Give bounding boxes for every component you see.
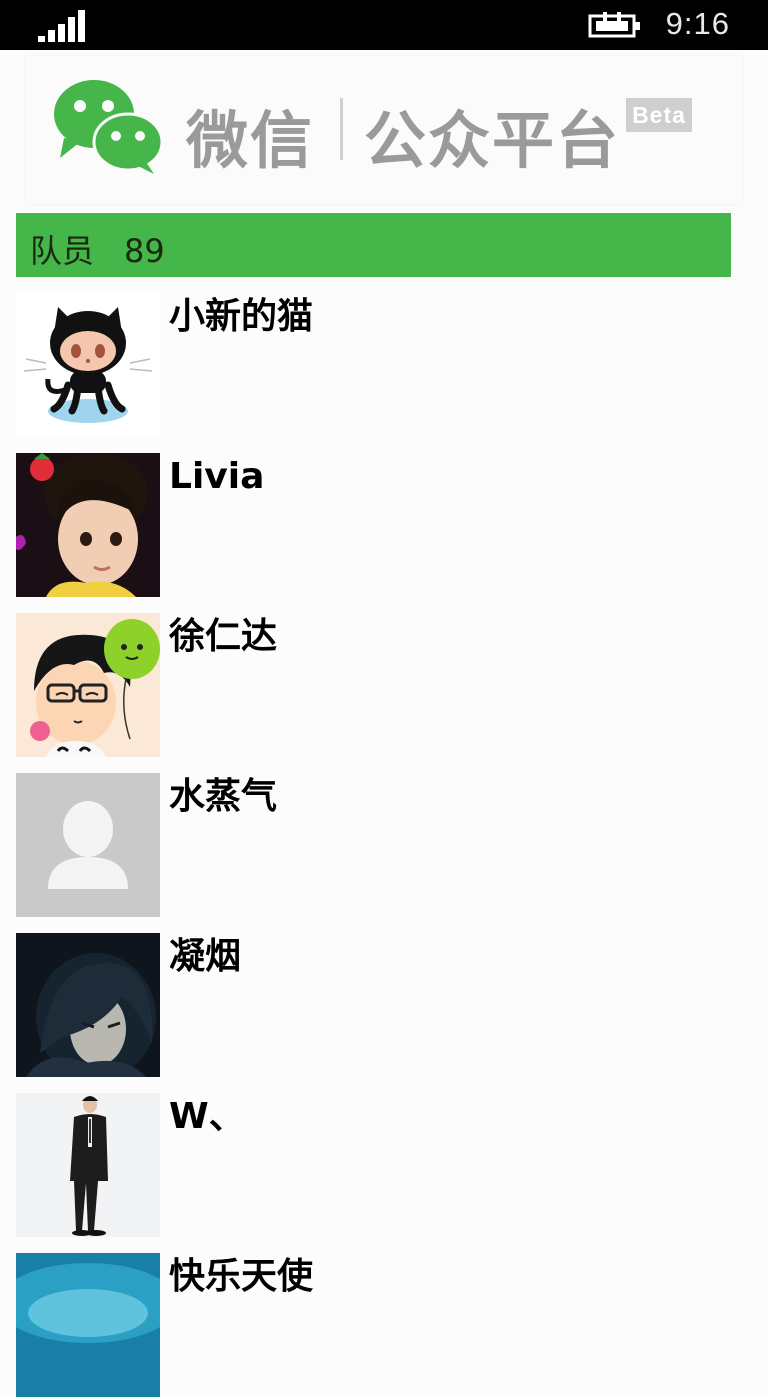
anime-character-avatar bbox=[16, 933, 160, 1077]
list-item[interactable]: 小新的猫 bbox=[16, 293, 756, 437]
brand-name: 微信 bbox=[186, 104, 315, 177]
man-in-suit-avatar bbox=[16, 1093, 160, 1237]
wechat-logo-icon bbox=[54, 80, 164, 174]
list-item[interactable]: 快乐天使 bbox=[16, 1253, 756, 1397]
beta-badge: Beta bbox=[626, 98, 692, 132]
clock: 9:16 bbox=[665, 6, 730, 41]
section-label: 队员 bbox=[30, 232, 95, 270]
platform-name: 公众平台 bbox=[364, 104, 621, 177]
list-item[interactable]: 水蒸气 bbox=[16, 773, 756, 917]
member-name: Livia bbox=[169, 456, 265, 497]
member-name: 凝烟 bbox=[169, 936, 242, 977]
member-count: 89 bbox=[124, 232, 165, 270]
signal-bars-icon bbox=[38, 10, 85, 42]
member-name: 徐仁达 bbox=[169, 616, 278, 657]
member-name: 水蒸气 bbox=[169, 776, 278, 817]
child-photo-avatar bbox=[16, 453, 160, 597]
members-section-header: 队员 89 bbox=[16, 213, 731, 277]
battery-charging-icon bbox=[588, 12, 640, 38]
list-item[interactable]: 凝烟 bbox=[16, 933, 756, 1077]
wechat-platform-banner: 微信 公众平台 Beta bbox=[26, 56, 742, 204]
octocat-avatar bbox=[16, 293, 160, 437]
default-person-avatar bbox=[16, 773, 160, 917]
status-bar: 9:16 bbox=[0, 0, 768, 50]
list-item[interactable]: W、 bbox=[16, 1093, 756, 1237]
list-item[interactable]: 徐仁达 bbox=[16, 613, 756, 757]
member-name: 小新的猫 bbox=[169, 296, 314, 337]
banner-divider bbox=[340, 98, 343, 160]
member-name: W、 bbox=[169, 1096, 245, 1137]
blue-abstract-avatar bbox=[16, 1253, 160, 1397]
cartoon-boy-balloon-avatar bbox=[16, 613, 160, 757]
list-item[interactable]: Livia bbox=[16, 453, 756, 597]
member-name: 快乐天使 bbox=[169, 1256, 314, 1297]
